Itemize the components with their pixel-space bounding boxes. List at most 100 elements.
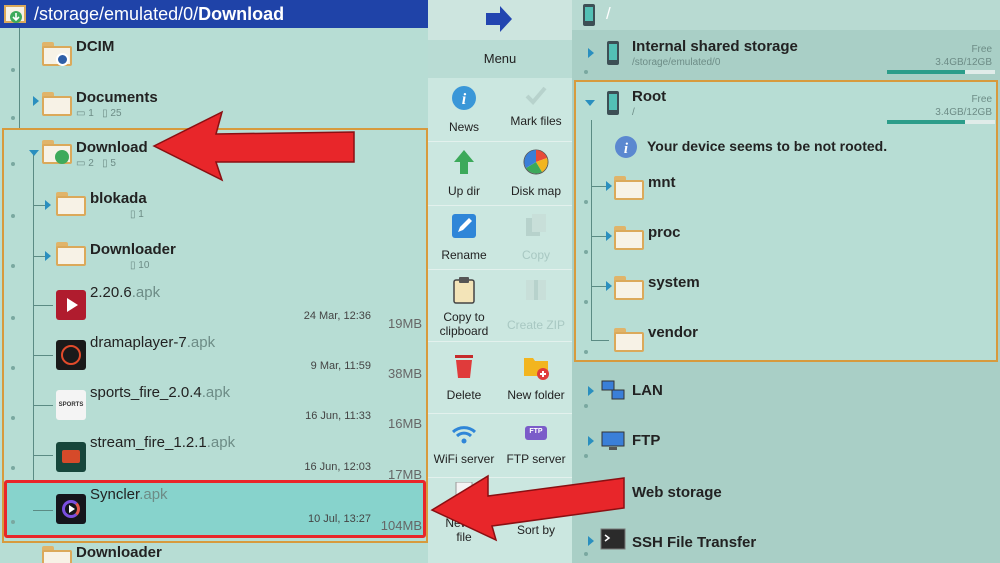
disk-map-button[interactable]: Disk map: [500, 146, 572, 204]
expand-arrow-icon[interactable]: [588, 386, 594, 396]
folder-icon: [614, 176, 644, 200]
expand-arrow-icon[interactable]: [33, 96, 39, 106]
file-name: stream_fire_1.2.1.apk: [90, 434, 236, 451]
expand-arrow-icon[interactable]: [45, 251, 51, 261]
expand-arrow-icon[interactable]: [606, 181, 612, 191]
drama-player-icon: [56, 340, 86, 370]
expand-arrow-icon[interactable]: [606, 231, 612, 241]
file-size: 38MB: [388, 366, 422, 381]
new-folder-button[interactable]: New folder: [500, 350, 572, 408]
folder-icon: [614, 226, 644, 250]
annotation-arrow-syncler: [430, 474, 625, 542]
path-bar[interactable]: /storage/emulated/0/Download: [0, 0, 428, 28]
trash-icon: [455, 355, 473, 378]
network-row-ftp[interactable]: FTP: [572, 416, 1000, 466]
folder-meta: ▯ 1: [130, 209, 144, 220]
phone-icon: [607, 41, 619, 65]
folder-name: Download: [76, 139, 148, 156]
expand-arrow-icon[interactable]: [588, 436, 594, 446]
folder-row-mnt[interactable]: mnt: [572, 164, 1000, 214]
file-row[interactable]: SPORTS sports_fire_2.0.4.apk 16 Jun, 11:…: [0, 380, 428, 431]
collapse-arrow-icon[interactable]: [29, 150, 39, 156]
folder-row-downloader-bottom[interactable]: Downloader: [0, 540, 428, 563]
file-row[interactable]: dramaplayer-7.apk 9 Mar, 11:59 38MB: [0, 330, 428, 381]
create-zip-button[interactable]: Create ZIP: [500, 274, 572, 340]
folder-row-downloader[interactable]: Downloader ▯ 10: [0, 228, 428, 280]
checkmark-icon: [525, 86, 547, 105]
file-name: dramaplayer-7.apk: [90, 334, 216, 351]
menu-title: Menu: [428, 40, 572, 78]
folder-meta: ▯ 10: [130, 260, 150, 271]
storage-row-root[interactable]: Root / Free 3.4GB/12GB: [572, 80, 1000, 130]
folder-row-proc[interactable]: proc: [572, 214, 1000, 264]
collapse-arrow-icon[interactable]: [585, 100, 595, 106]
folder-row-vendor[interactable]: vendor: [572, 314, 1000, 362]
right-path: /: [606, 4, 611, 23]
storage-usage-bar: [887, 70, 995, 74]
folder-row-dcim[interactable]: DCIM: [0, 28, 428, 78]
tv-app-icon: [56, 442, 86, 472]
file-size: 16MB: [388, 416, 422, 431]
folder-row-blokada[interactable]: blokada ▯ 1: [0, 178, 428, 228]
annotation-arrow-download: [152, 110, 355, 182]
delete-button[interactable]: Delete: [428, 350, 500, 408]
copy-button[interactable]: Copy: [500, 210, 572, 268]
folder-name: Documents: [76, 89, 158, 106]
phone-icon: [607, 91, 619, 115]
tree-dot: [11, 264, 15, 268]
folder-icon: [614, 328, 644, 352]
file-row[interactable]: 2.20.6.apk 24 Mar, 12:36 19MB: [0, 280, 428, 331]
file-row[interactable]: stream_fire_1.2.1.apk 16 Jun, 12:03 17MB: [0, 430, 428, 482]
network-row-lan[interactable]: LAN: [572, 366, 1000, 416]
mark-files-button[interactable]: Mark files: [500, 82, 572, 140]
up-dir-button[interactable]: Up dir: [428, 146, 500, 204]
arrow-right-icon[interactable]: [484, 4, 514, 34]
file-size: 19MB: [388, 316, 422, 331]
menu-top-bar: [428, 0, 572, 40]
svg-text:i: i: [462, 91, 467, 108]
pie-chart-icon: [523, 149, 549, 175]
rename-button[interactable]: Rename: [428, 210, 500, 268]
info-icon: i: [615, 136, 637, 158]
tree-dot: [11, 162, 15, 166]
folder-icon: [56, 192, 86, 216]
right-storage-pane: / Internal shared storage /storage/emula…: [572, 0, 1000, 563]
phone-icon: [583, 4, 595, 26]
video-app-icon: [56, 290, 86, 320]
folder-name: DCIM: [76, 38, 115, 55]
expand-arrow-icon[interactable]: [45, 200, 51, 210]
not-rooted-notice: i Your device seems to be not rooted.: [572, 130, 1000, 164]
expand-arrow-icon[interactable]: [606, 281, 612, 291]
folder-meta: ▭ 1 ▯ 25: [76, 108, 122, 119]
camera-folder-icon: [42, 42, 72, 66]
left-file-pane: /storage/emulated/0/Download DCIM Docume…: [0, 0, 428, 563]
up-arrow-icon: [454, 150, 474, 174]
file-row-syncler[interactable]: Syncler.apk 10 Jul, 13:27 104MB: [0, 480, 428, 538]
storage-usage-bar: [887, 120, 995, 124]
lan-computers-icon: [601, 380, 625, 400]
news-button[interactable]: i News: [428, 82, 500, 140]
right-header: /: [572, 0, 1000, 30]
network-row-ssh[interactable]: SSH File Transfer: [572, 516, 1000, 563]
path-current: Download: [198, 4, 285, 24]
network-row-web-storage[interactable]: Web storage: [572, 466, 1000, 516]
file-name: Syncler.apk: [90, 486, 168, 503]
tree-dot: [11, 214, 15, 218]
file-size: 104MB: [380, 518, 422, 533]
expand-arrow-icon[interactable]: [588, 48, 594, 58]
storage-row-internal[interactable]: Internal shared storage /storage/emulate…: [572, 30, 1000, 80]
folder-icon: [56, 242, 86, 266]
folder-icon: [42, 92, 72, 116]
folder-meta: ▭ 2 ▯ 5: [76, 158, 116, 169]
file-name: 2.20.6.apk: [90, 284, 161, 301]
folder-row-system[interactable]: system: [572, 264, 1000, 314]
wifi-icon: [451, 426, 477, 444]
download-folder-icon: [42, 140, 72, 164]
path-prefix: /storage/emulated/0/: [34, 4, 199, 24]
ftp-badge: FTP: [529, 428, 543, 435]
folder-name: Downloader: [76, 544, 162, 561]
copy-to-clipboard-button[interactable]: Copy to clipboard: [428, 274, 500, 340]
folder-name: Downloader: [90, 241, 176, 258]
pencil-icon: [452, 214, 476, 238]
file-name: sports_fire_2.0.4.apk: [90, 384, 231, 401]
